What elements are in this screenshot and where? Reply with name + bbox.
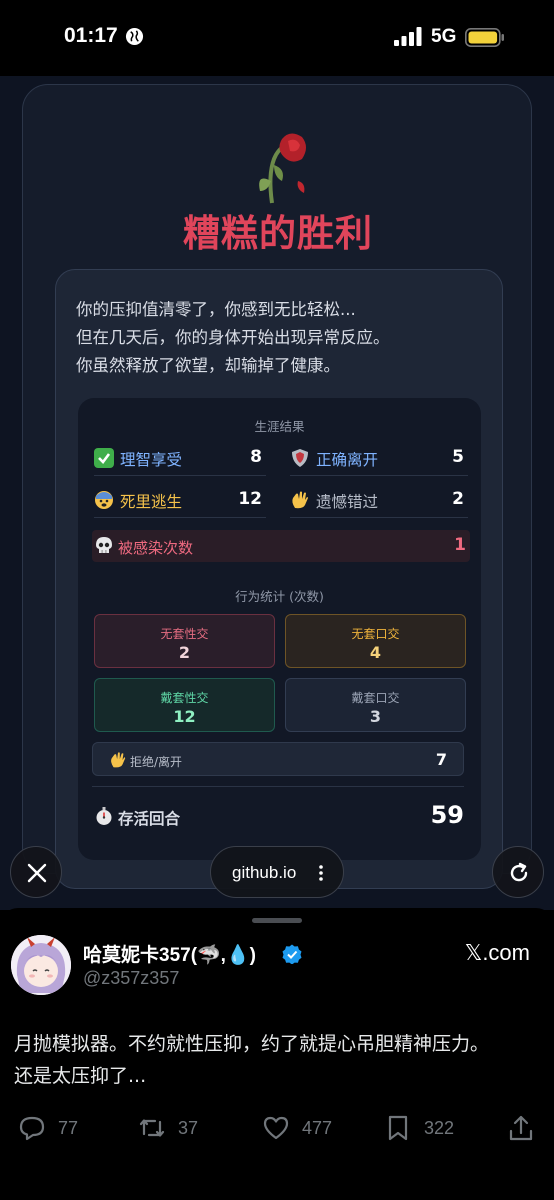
shield-icon bbox=[292, 449, 308, 467]
user-handle[interactable]: @z357z357 bbox=[83, 968, 179, 989]
url-text: github.io bbox=[232, 863, 297, 882]
heart-icon bbox=[263, 1116, 289, 1140]
share-icon[interactable] bbox=[508, 1114, 534, 1142]
status-bar: 01:17 5G bbox=[0, 0, 554, 76]
bookmark-icon bbox=[388, 1115, 408, 1141]
url-pill[interactable]: github.io bbox=[210, 846, 344, 898]
behavior-value: 2 bbox=[178, 643, 191, 662]
story-line: 你的压抑值清零了，你感到无比轻松... bbox=[76, 300, 356, 319]
like-count: 477 bbox=[302, 1118, 333, 1138]
more-icon[interactable] bbox=[318, 864, 324, 882]
result-title: 糟糕的胜利 bbox=[183, 212, 373, 255]
reload-button[interactable] bbox=[492, 846, 544, 898]
cellular-signal-icon bbox=[394, 27, 422, 46]
behavior-box: 戴套性交 12 bbox=[94, 678, 275, 732]
tweet-actions: 77 37 477 322 bbox=[0, 1108, 554, 1148]
divider bbox=[290, 517, 468, 518]
career-title: 生涯结果 bbox=[254, 419, 305, 434]
result-card: 糟糕的胜利 你的压抑值清零了，你感到无比轻松... 但在几天后，你的身体开始出现… bbox=[22, 84, 532, 889]
stat-label: 存活回合 bbox=[118, 810, 181, 828]
behavior-value: 12 bbox=[173, 707, 196, 726]
story-text: 你的压抑值清零了，你感到无比轻松... 但在几天后，你的身体开始出现异常反应。 … bbox=[76, 296, 390, 380]
behavior-label: 戴套性交 bbox=[160, 691, 209, 705]
tweet-sheet: 哈莫妮卡357(🦈,💧) @z357z357 𝕏.com 月抛模拟器。不约就性压… bbox=[0, 908, 554, 1200]
network-type: 5G bbox=[431, 26, 457, 47]
stat-label: 拒绝/离开 bbox=[130, 755, 183, 769]
tweet-line: 月抛模拟器。不约就性压抑，约了就提心吊胆精神压力。 bbox=[14, 1033, 490, 1055]
web-content: 糟糕的胜利 你的压抑值清零了，你感到无比轻松... 但在几天后，你的身体开始出现… bbox=[0, 76, 554, 910]
stat-value: 5 bbox=[452, 447, 464, 467]
career-results: 生涯结果 理智享受 8 正确离开 5 死里逃生 12 遗憾错过 2 被感染次数 … bbox=[78, 398, 481, 860]
tweet-line: 还是太压抑了... bbox=[14, 1065, 147, 1087]
stat-value: 59 bbox=[430, 801, 464, 829]
behavior-label: 无套口交 bbox=[351, 627, 400, 641]
avatar-image bbox=[11, 935, 71, 995]
scared-face-icon bbox=[95, 491, 113, 509]
user-name[interactable]: 哈莫妮卡357(🦈,💧) bbox=[83, 940, 256, 967]
behavior-label: 戴套口交 bbox=[351, 691, 400, 705]
behavior-title: 行为统计 (次数) bbox=[235, 589, 324, 604]
stat-value: 8 bbox=[250, 447, 262, 467]
reload-icon bbox=[510, 862, 528, 882]
stat-narrow-escape: 死里逃生 12 bbox=[94, 484, 266, 516]
retweet-icon bbox=[139, 1119, 165, 1137]
stat-value: 2 bbox=[452, 489, 464, 509]
behavior-label: 无套性交 bbox=[160, 627, 209, 641]
stat-regret-miss: 遗憾错过 2 bbox=[290, 484, 468, 516]
divider bbox=[94, 517, 266, 518]
wilted-rose-icon bbox=[259, 133, 306, 204]
status-time: 01:17 bbox=[64, 24, 118, 47]
stopwatch-icon bbox=[96, 807, 112, 825]
bookmark-count: 322 bbox=[424, 1118, 455, 1138]
behavior-box: 无套性交 2 bbox=[94, 614, 275, 668]
stat-value: 12 bbox=[238, 489, 262, 509]
verified-badge-icon bbox=[282, 944, 302, 964]
stat-rational: 理智享受 8 bbox=[94, 442, 266, 474]
behavior-box: 无套口交 4 bbox=[285, 614, 466, 668]
behavior-value: 4 bbox=[369, 643, 382, 662]
stat-label: 死里逃生 bbox=[120, 493, 183, 511]
check-icon bbox=[94, 448, 114, 468]
divider bbox=[94, 475, 266, 476]
close-icon bbox=[27, 863, 47, 883]
stat-label: 理智享受 bbox=[120, 451, 183, 469]
reply-icon bbox=[19, 1116, 45, 1141]
stat-value: 1 bbox=[454, 535, 466, 555]
stat-correct-leave: 正确离开 5 bbox=[290, 442, 468, 474]
stat-label: 遗憾错过 bbox=[316, 493, 379, 511]
tweet-text: 月抛模拟器。不约就性压抑，约了就提心吊胆精神压力。 还是太压抑了... bbox=[14, 1028, 544, 1092]
retweet-count: 37 bbox=[178, 1118, 199, 1138]
result-panel: 你的压抑值清零了，你感到无比轻松... 但在几天后，你的身体开始出现异常反应。 … bbox=[55, 269, 503, 889]
story-line: 但在几天后，你的身体开始出现异常反应。 bbox=[76, 328, 390, 347]
battery-icon bbox=[465, 28, 504, 47]
behavior-value: 3 bbox=[369, 707, 382, 726]
stat-label: 正确离开 bbox=[316, 451, 379, 469]
wave-hand-icon bbox=[111, 752, 126, 768]
stat-label: 被感染次数 bbox=[118, 539, 194, 557]
divider bbox=[290, 475, 468, 476]
x-site-link[interactable]: 𝕏.com bbox=[465, 940, 530, 966]
behavior-box: 戴套口交 3 bbox=[285, 678, 466, 732]
stat-survive: 存活回合 59 bbox=[92, 786, 464, 842]
wave-hand-icon bbox=[292, 491, 308, 509]
stat-refuse: 拒绝/离开 7 bbox=[92, 742, 464, 776]
story-line: 你虽然释放了欲望，却输掉了健康。 bbox=[76, 356, 340, 375]
stat-infected: 被感染次数 1 bbox=[92, 530, 470, 562]
skull-icon bbox=[96, 537, 112, 553]
sheet-handle[interactable] bbox=[252, 918, 302, 923]
close-button[interactable] bbox=[10, 846, 62, 898]
reply-count: 77 bbox=[58, 1118, 79, 1138]
globe-icon bbox=[125, 27, 144, 46]
avatar[interactable] bbox=[11, 935, 71, 995]
stat-value: 7 bbox=[435, 750, 447, 769]
